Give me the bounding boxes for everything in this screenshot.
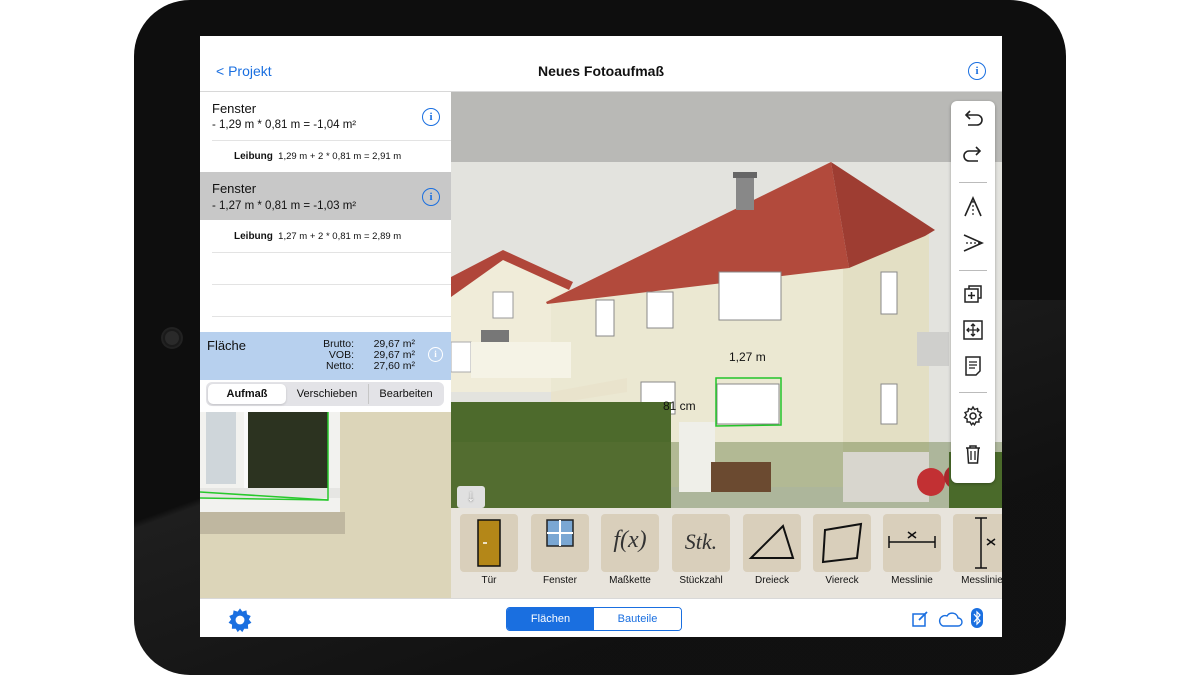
tool-messlinie-vertical[interactable]: Messlinie bbox=[953, 514, 1002, 586]
settings-icon[interactable] bbox=[951, 404, 995, 434]
tab-verschieben[interactable]: Verschieben bbox=[288, 384, 366, 404]
area-summary-title: Fläche bbox=[207, 338, 247, 353]
canvas-toolbar bbox=[951, 101, 995, 483]
netto-value: 27,60 m² bbox=[373, 360, 415, 372]
mode-segmented-control: Aufmaß Verschieben Bearbeiten bbox=[206, 382, 444, 406]
divider bbox=[212, 252, 451, 253]
tool-label: Fenster bbox=[543, 575, 577, 586]
list-subitem[interactable]: Leibung 1,29 m + 2 * 0,81 m = 2,91 m bbox=[200, 141, 451, 171]
toolbar-divider bbox=[959, 270, 987, 271]
page-title: Neues Fotoaufmaß bbox=[537, 63, 664, 79]
list-item[interactable]: Fenster - 1,29 m * 0,81 m = -1,04 m² i bbox=[200, 92, 451, 140]
list-item-formula: - 1,29 m * 0,81 m = -1,04 m² bbox=[212, 119, 357, 131]
tab-bauteile[interactable]: Bauteile bbox=[594, 608, 681, 630]
vertical-perspective-icon[interactable] bbox=[951, 195, 995, 225]
redo-icon[interactable] bbox=[951, 143, 995, 173]
count-icon: Stk. bbox=[672, 514, 730, 572]
list-item-formula: - 1,27 m * 0,81 m = -1,03 m² bbox=[212, 200, 357, 212]
edit-icon[interactable] bbox=[911, 610, 929, 633]
tool-label: Tür bbox=[481, 575, 497, 586]
count-glyph: Stk. bbox=[684, 529, 718, 554]
triangle-icon bbox=[743, 514, 801, 572]
window-icon bbox=[531, 514, 589, 572]
subitem-label: Leibung bbox=[234, 231, 273, 242]
move-icon[interactable] bbox=[951, 318, 995, 348]
netto-label: Netto: bbox=[325, 360, 354, 372]
horizontal-perspective-icon[interactable] bbox=[951, 231, 995, 261]
tool-stueckzahl[interactable]: Stk. Stückzahl bbox=[672, 514, 730, 586]
list-item-selected[interactable]: Fenster - 1,27 m * 0,81 m = -1,03 m² i bbox=[200, 172, 451, 220]
subitem-formula: 1,29 m + 2 * 0,81 m = 2,91 m bbox=[278, 151, 402, 162]
magnifier-image bbox=[200, 412, 451, 598]
measure-line-icon bbox=[883, 514, 941, 572]
tool-label: Maßkette bbox=[609, 575, 651, 586]
tool-tray: Tür Fenster f(x) Maßkette Stk. Stückzahl… bbox=[451, 508, 1002, 598]
measure-label-height: 81 cm bbox=[663, 399, 696, 413]
list-item-title: Fenster bbox=[212, 101, 257, 116]
tool-label: Viereck bbox=[825, 575, 859, 586]
bottom-bar: Flächen Bauteile bbox=[200, 598, 1002, 637]
divider bbox=[212, 316, 451, 317]
measure-line-vertical-icon bbox=[953, 514, 1002, 572]
undo-icon[interactable] bbox=[951, 107, 995, 137]
toolbar-divider bbox=[959, 392, 987, 393]
app-screen: < Projekt Neues Fotoaufmaß i Fenster - 1… bbox=[200, 36, 1002, 637]
camera-icon bbox=[163, 329, 181, 347]
tool-label: Messlinie bbox=[961, 575, 1002, 586]
subitem-label: Leibung bbox=[234, 151, 273, 162]
list-subitem[interactable]: Leibung 1,27 m + 2 * 0,81 m = 2,89 m bbox=[200, 221, 451, 251]
function-icon: f(x) bbox=[601, 514, 659, 572]
measure-label-width: 1,27 m bbox=[729, 350, 766, 364]
subitem-formula: 1,27 m + 2 * 0,81 m = 2,89 m bbox=[278, 231, 402, 242]
info-icon[interactable]: i bbox=[968, 62, 986, 80]
house-photo bbox=[451, 92, 1002, 508]
tool-dreieck[interactable]: Dreieck bbox=[743, 514, 801, 586]
quadrilateral-icon bbox=[813, 514, 871, 572]
trash-icon[interactable] bbox=[951, 442, 995, 472]
measurement-list: Fenster - 1,29 m * 0,81 m = -1,04 m² i L… bbox=[200, 92, 451, 412]
door-icon bbox=[460, 514, 518, 572]
list-item-title: Fenster bbox=[212, 181, 257, 196]
tool-fenster[interactable]: Fenster bbox=[531, 514, 589, 586]
gear-icon[interactable] bbox=[226, 606, 254, 637]
magnifier-preview bbox=[200, 412, 451, 598]
add-layer-icon[interactable] bbox=[951, 282, 995, 312]
tool-tuer[interactable]: Tür bbox=[460, 514, 518, 586]
notes-icon[interactable] bbox=[951, 354, 995, 384]
divider bbox=[212, 284, 451, 285]
tab-aufmass[interactable]: Aufmaß bbox=[208, 384, 286, 404]
tool-viereck[interactable]: Viereck bbox=[813, 514, 871, 586]
info-icon[interactable]: i bbox=[428, 347, 443, 362]
collapse-tray-button[interactable]: ↓ bbox=[457, 486, 485, 508]
tab-flaechen[interactable]: Flächen bbox=[507, 608, 594, 630]
category-segmented-control: Flächen Bauteile bbox=[506, 607, 682, 631]
photo-canvas[interactable]: 1,27 m 81 cm bbox=[451, 92, 1002, 508]
tool-masskette[interactable]: f(x) Maßkette bbox=[601, 514, 659, 586]
bluetooth-icon[interactable] bbox=[971, 608, 983, 633]
info-icon[interactable]: i bbox=[422, 188, 440, 206]
tab-bearbeiten[interactable]: Bearbeiten bbox=[368, 384, 443, 404]
cloud-icon[interactable] bbox=[937, 610, 963, 633]
info-icon[interactable]: i bbox=[422, 108, 440, 126]
tool-messlinie[interactable]: Messlinie bbox=[883, 514, 941, 586]
tool-label: Stückzahl bbox=[679, 575, 723, 586]
area-summary: Fläche Brutto: 29,67 m² VOB: 29,67 m² Ne… bbox=[200, 332, 451, 380]
toolbar-divider bbox=[959, 182, 987, 183]
tool-label: Dreieck bbox=[755, 575, 789, 586]
function-glyph: f(x) bbox=[613, 527, 647, 553]
tool-label: Messlinie bbox=[891, 575, 933, 586]
navigation-bar: < Projekt Neues Fotoaufmaß i bbox=[200, 36, 1002, 92]
